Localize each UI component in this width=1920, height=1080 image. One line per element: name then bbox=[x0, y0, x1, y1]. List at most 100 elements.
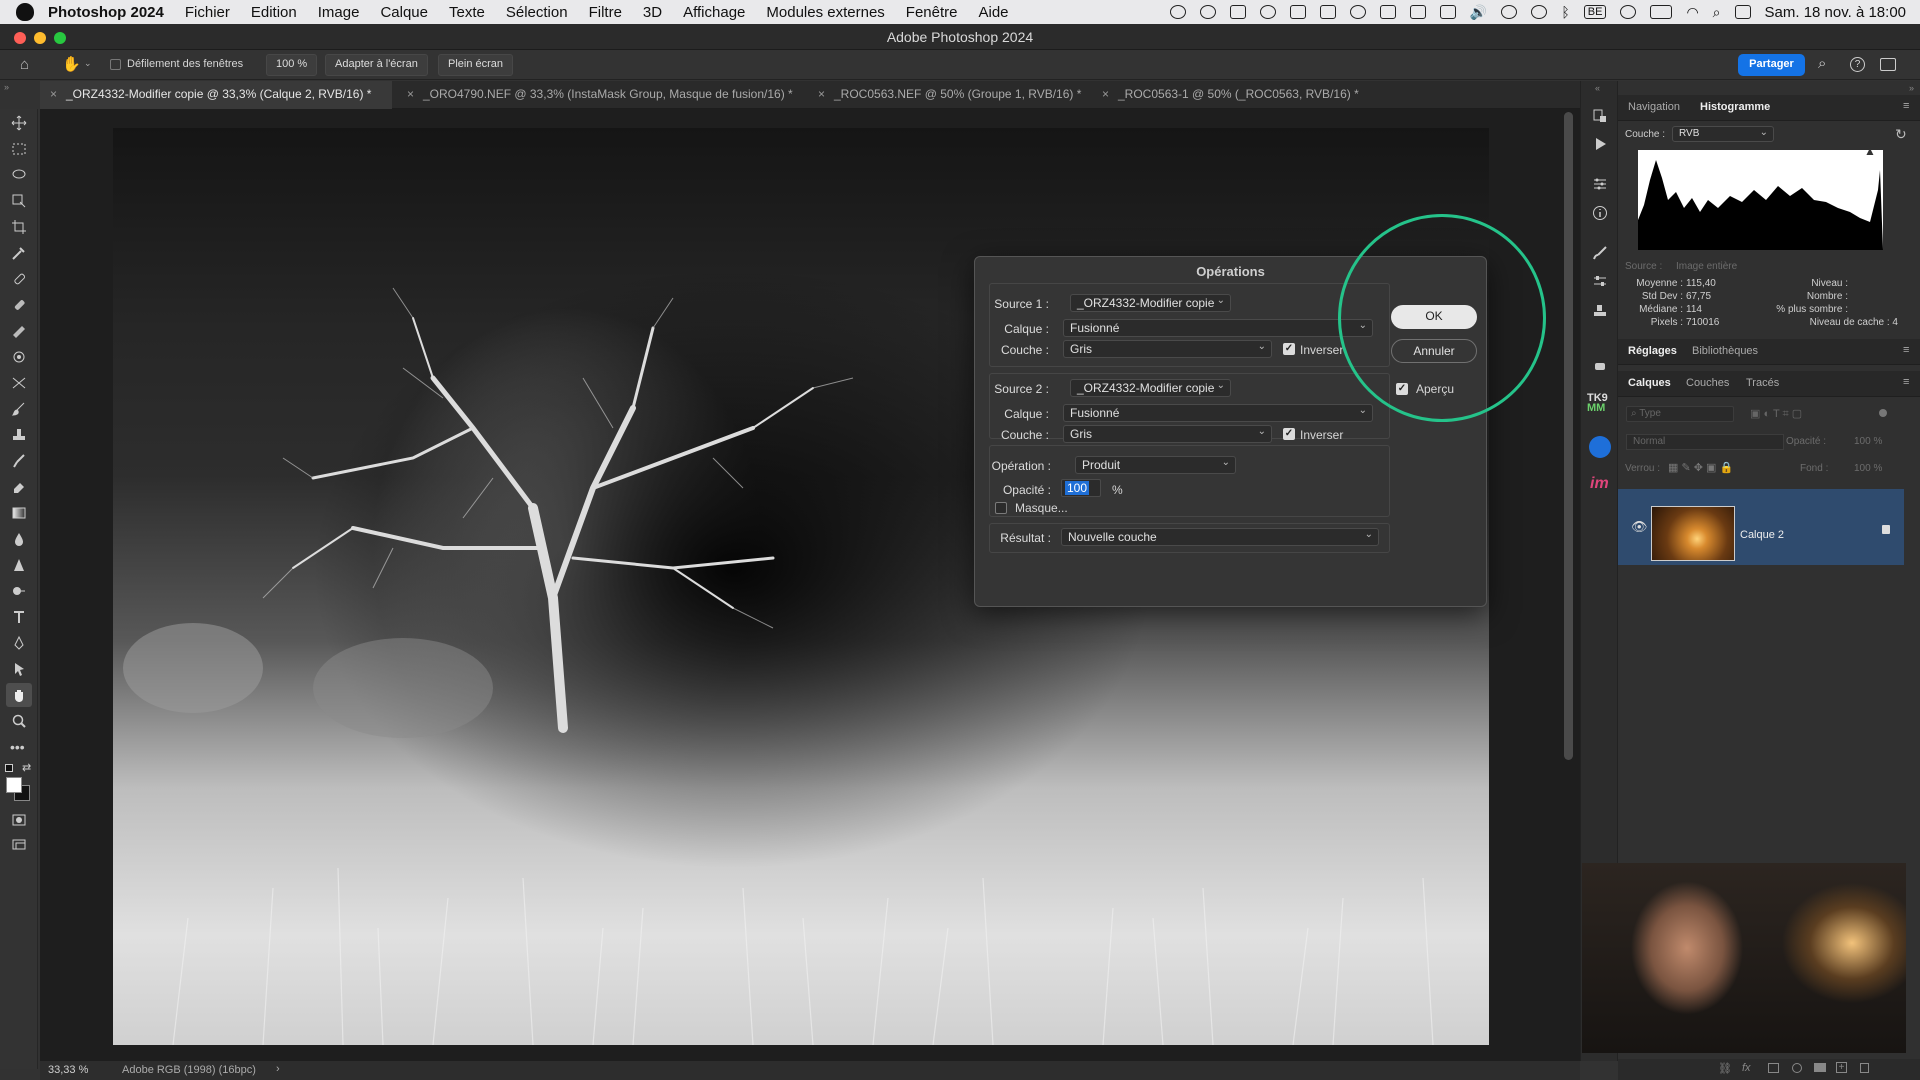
foreground-color-swatch[interactable] bbox=[6, 777, 22, 793]
layer-opacity-value[interactable]: 100 % bbox=[1854, 436, 1882, 447]
time-machine-icon[interactable] bbox=[1349, 5, 1366, 19]
tab-document-1[interactable]: × _ORZ4332-Modifier copie @ 33,3% (Calque… bbox=[40, 81, 392, 109]
fx-icon[interactable]: fx bbox=[1742, 1062, 1751, 1074]
flame-icon[interactable] bbox=[1199, 5, 1216, 19]
menu-aide[interactable]: Aide bbox=[979, 4, 1009, 21]
keyboard-language-badge[interactable]: BE bbox=[1583, 5, 1607, 19]
menu-fenetre[interactable]: Fenêtre bbox=[906, 4, 958, 21]
fit-screen-button[interactable]: Adapter à l'écran bbox=[325, 54, 428, 76]
menu-edition[interactable]: Edition bbox=[251, 4, 297, 21]
screen-mode-icon[interactable] bbox=[11, 837, 27, 853]
menu-filtre[interactable]: Filtre bbox=[589, 4, 622, 21]
source-1-select[interactable]: _ORZ4332-Modifier copie ⌄ bbox=[1070, 294, 1231, 312]
dodge-tool-icon[interactable] bbox=[11, 557, 27, 573]
clone-source-panel-icon[interactable] bbox=[1592, 303, 1608, 319]
new-layer-icon[interactable]: + bbox=[1836, 1062, 1847, 1073]
app-grid-icon[interactable] bbox=[1409, 5, 1426, 19]
swap-colors-icon[interactable]: ⇄ bbox=[22, 761, 31, 774]
close-tab-icon[interactable]: × bbox=[407, 87, 414, 101]
group-folder-icon[interactable] bbox=[1814, 1063, 1826, 1072]
help-icon[interactable]: ? bbox=[1850, 57, 1865, 72]
eraser-tool-icon[interactable] bbox=[11, 479, 27, 495]
apple-menu-icon[interactable] bbox=[16, 3, 34, 21]
blend-mode-select[interactable]: Normal bbox=[1626, 434, 1784, 450]
opacity-input[interactable]: 100 bbox=[1061, 479, 1101, 497]
layer-filter-select[interactable]: ⌕ Type bbox=[1626, 406, 1734, 422]
hand-tool-preset-icon[interactable]: ✋ bbox=[62, 55, 81, 73]
volume-icon[interactable]: 🔊 bbox=[1470, 4, 1487, 21]
layer-visibility-eye-icon[interactable]: 👁 bbox=[1631, 519, 1648, 535]
tab-document-2[interactable]: × _ORO4790.NEF @ 33,3% (InstaMask Group, … bbox=[397, 81, 803, 109]
cursor-icon[interactable] bbox=[1259, 5, 1276, 19]
search-icon[interactable]: ⌕ bbox=[1818, 55, 1826, 72]
brush-tool-icon[interactable] bbox=[11, 401, 27, 417]
tab-libraries[interactable]: Bibliothèques bbox=[1692, 345, 1758, 357]
menu-3d[interactable]: 3D bbox=[643, 4, 662, 21]
brushes-panel-icon[interactable] bbox=[1592, 245, 1608, 261]
full-screen-button[interactable]: Plein écran bbox=[438, 54, 514, 76]
delete-layer-icon[interactable] bbox=[1860, 1063, 1869, 1073]
layer-thumbnail[interactable] bbox=[1651, 506, 1735, 561]
vertical-scrollbar[interactable] bbox=[1564, 112, 1573, 760]
history-panel-icon[interactable] bbox=[1592, 108, 1608, 124]
tab-document-3[interactable]: × _ROC0563.NEF @ 50% (Groupe 1, RVB/16) * bbox=[808, 81, 1091, 109]
source-1-channel-select[interactable]: Gris ⌄ bbox=[1063, 340, 1272, 358]
play-icon[interactable] bbox=[1501, 5, 1518, 19]
histogram-channel-select[interactable]: RVB ⌄ bbox=[1672, 126, 1774, 142]
workspace-icon[interactable] bbox=[1880, 58, 1896, 71]
collapse-panels-icon[interactable]: « bbox=[1595, 83, 1600, 93]
properties-panel-icon[interactable] bbox=[1592, 176, 1608, 192]
crop-tool-icon[interactable] bbox=[11, 219, 27, 235]
menu-app[interactable]: Photoshop 2024 bbox=[48, 4, 164, 21]
patch-tool-icon[interactable] bbox=[11, 323, 27, 339]
direct-selection-tool-icon[interactable] bbox=[11, 661, 27, 677]
pen-tool-icon[interactable] bbox=[11, 583, 27, 599]
source-1-layer-select[interactable]: Fusionné ⌄ bbox=[1063, 319, 1373, 337]
zoom-100-button[interactable]: 100 % bbox=[266, 54, 318, 76]
share-button[interactable]: Partager bbox=[1738, 54, 1805, 76]
path-selection-tool-icon[interactable] bbox=[11, 635, 27, 651]
brush-settings-panel-icon[interactable] bbox=[1592, 273, 1608, 289]
menu-modules[interactable]: Modules externes bbox=[766, 4, 884, 21]
quick-mask-icon[interactable] bbox=[11, 812, 27, 828]
zoom-level[interactable]: 33,33 % bbox=[48, 1064, 88, 1076]
im-plugin-icon[interactable]: im bbox=[1590, 475, 1609, 493]
menu-selection[interactable]: Sélection bbox=[506, 4, 568, 21]
screen-share-icon[interactable] bbox=[1319, 5, 1336, 19]
panel-menu-icon[interactable]: ≡ bbox=[1903, 376, 1909, 388]
display-icon[interactable] bbox=[1439, 5, 1456, 19]
camera-icon[interactable] bbox=[1289, 5, 1306, 19]
scroll-all-checkbox[interactable] bbox=[110, 59, 121, 70]
battery-icon[interactable] bbox=[1650, 5, 1673, 19]
spotlight-icon[interactable]: ⌕ bbox=[1713, 4, 1721, 21]
source-2-select[interactable]: _ORZ4332-Modifier copie ⌄ bbox=[1070, 379, 1231, 397]
command-icon[interactable] bbox=[1229, 5, 1246, 19]
tab-navigation[interactable]: Navigation bbox=[1628, 101, 1680, 113]
collapse-toolbar-icon[interactable]: » bbox=[4, 82, 9, 92]
type-tool-icon[interactable] bbox=[11, 609, 27, 625]
menu-fichier[interactable]: Fichier bbox=[185, 4, 230, 21]
menu-affichage[interactable]: Affichage bbox=[683, 4, 745, 21]
tk9-plugin-icon[interactable]: TK9 MM bbox=[1587, 393, 1608, 414]
marquee-tool-icon[interactable] bbox=[11, 141, 27, 157]
menu-calque[interactable]: Calque bbox=[380, 4, 428, 21]
tab-histogram[interactable]: Histogramme bbox=[1700, 101, 1770, 113]
history-brush-tool-icon[interactable] bbox=[11, 453, 27, 469]
info-panel-icon[interactable] bbox=[1592, 205, 1608, 221]
hand-tool-icon[interactable] bbox=[11, 687, 27, 703]
healing-brush-tool-icon[interactable] bbox=[11, 297, 27, 313]
source-2-layer-select[interactable]: Fusionné ⌄ bbox=[1063, 404, 1373, 422]
home-icon[interactable]: ⌂ bbox=[20, 56, 29, 73]
plugin-panel-icon[interactable] bbox=[1592, 357, 1608, 373]
filter-toggle-icon[interactable] bbox=[1879, 409, 1887, 417]
lasso-tool-icon[interactable] bbox=[11, 167, 27, 183]
layer-name[interactable]: Calque 2 bbox=[1740, 529, 1784, 541]
result-select[interactable]: Nouvelle couche ⌄ bbox=[1061, 528, 1379, 546]
tab-channels[interactable]: Couches bbox=[1686, 377, 1729, 389]
object-selection-tool-icon[interactable] bbox=[11, 193, 27, 209]
menubar-clock[interactable]: Sam. 18 nov. à 18:00 bbox=[1765, 4, 1906, 21]
spot-healing-tool-icon[interactable] bbox=[11, 271, 27, 287]
blur-tool-icon[interactable] bbox=[11, 531, 27, 547]
add-mask-icon[interactable] bbox=[1768, 1063, 1779, 1073]
eyedropper-tool-icon[interactable] bbox=[11, 245, 27, 261]
